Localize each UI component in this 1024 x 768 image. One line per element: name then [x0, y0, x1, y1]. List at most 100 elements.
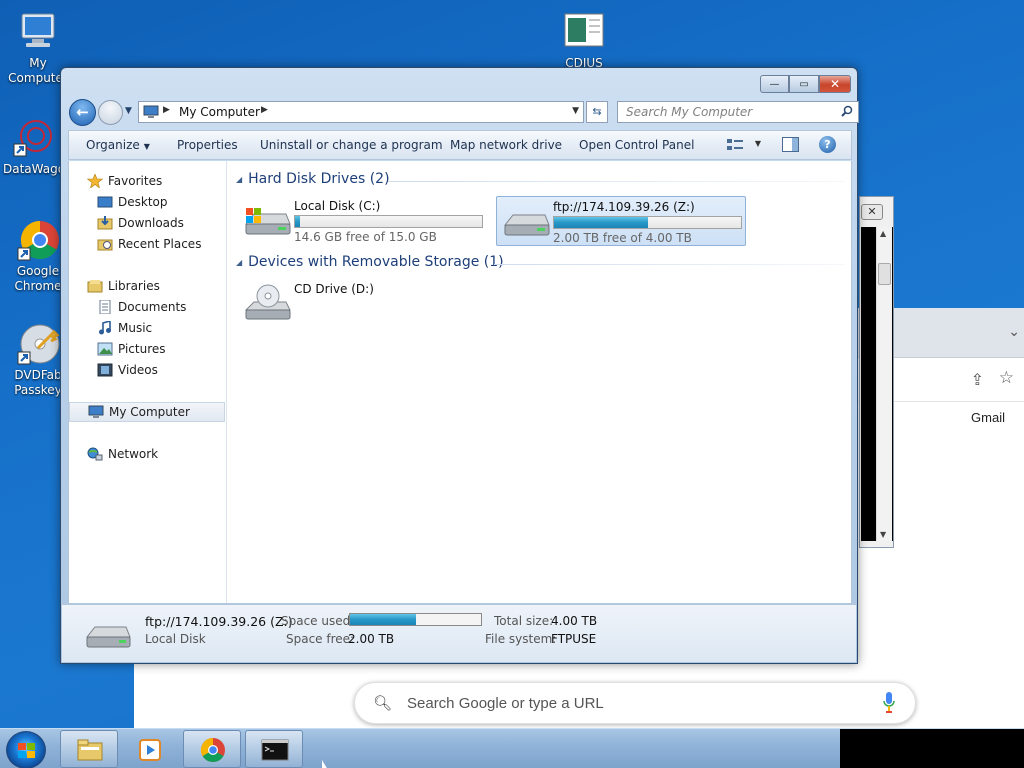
- taskbar: [0, 728, 1024, 768]
- group-divider: [388, 181, 845, 182]
- search-box[interactable]: [617, 101, 859, 123]
- windows-logo-icon: [18, 743, 35, 758]
- preview-pane-icon[interactable]: [782, 137, 799, 152]
- cd-drive-icon: [244, 284, 291, 320]
- explorer-window[interactable]: — ▭ ✕ ← ▼ ▶ My Computer ▶ ▼ ⇆ Organize▼ …: [60, 67, 859, 664]
- console-window[interactable]: ✕ ▲ ▼: [859, 196, 894, 548]
- minimize-button[interactable]: —: [760, 75, 789, 93]
- drive-name: ftp://174.109.39.26 (Z:): [553, 200, 695, 214]
- details-file-system-value: FTPUSE: [551, 632, 597, 646]
- computer-icon: [88, 405, 104, 418]
- chrome-icon: [16, 218, 60, 262]
- details-pane: ftp://174.109.39.26 (Z:) Local Disk Spac…: [62, 604, 856, 662]
- navigation-pane: Favorites Desktop Downloads Recent Place…: [69, 161, 227, 603]
- search-input[interactable]: [618, 102, 828, 122]
- network-icon: [87, 447, 103, 461]
- console-scrollbar[interactable]: ▲ ▼: [876, 227, 892, 541]
- taskbar-command-prompt[interactable]: [245, 730, 303, 768]
- search-icon[interactable]: [841, 105, 853, 117]
- group-divider: [494, 264, 845, 265]
- hard-drive-icon: [85, 626, 131, 648]
- taskbar-chrome[interactable]: [183, 730, 241, 768]
- details-space-used-label: Space used:: [281, 614, 355, 628]
- console-close-button[interactable]: ✕: [861, 204, 883, 220]
- details-space-free-value: 2.00 TB: [348, 632, 395, 646]
- drive-usage-bar: [553, 216, 742, 229]
- group-header-hard-disk-drives[interactable]: ◢ Hard Disk Drives (2): [236, 171, 390, 187]
- details-usage-fill: [350, 614, 416, 625]
- uninstall-program-button[interactable]: Uninstall or change a program: [260, 138, 443, 152]
- drive-cd-d[interactable]: CD Drive (D:): [238, 279, 488, 329]
- drive-name: CD Drive (D:): [294, 282, 374, 296]
- google-search-box[interactable]: 🔍︎ Search Google or type a URL: [354, 682, 916, 724]
- star-icon[interactable]: ☆: [999, 368, 1014, 388]
- collapse-triangle-icon[interactable]: ◢: [236, 258, 242, 267]
- library-icon: [87, 280, 103, 293]
- taskbar-media-player[interactable]: [121, 730, 179, 768]
- file-list: ◢ Hard Disk Drives (2) Local Disk (C:) 1…: [228, 161, 851, 603]
- scroll-down-icon[interactable]: ▼: [880, 530, 886, 539]
- back-button[interactable]: ←: [69, 99, 96, 126]
- details-drive-name: ftp://174.109.39.26 (Z:): [145, 614, 293, 629]
- drive-local-disk-c[interactable]: Local Disk (C:) 14.6 GB free of 15.0 GB: [238, 196, 488, 246]
- close-button[interactable]: ✕: [819, 75, 851, 93]
- media-player-icon: [139, 739, 161, 761]
- gmail-link[interactable]: Gmail: [971, 410, 1005, 425]
- navigation-bar: ← ▼ ▶ My Computer ▶ ▼ ⇆: [69, 99, 859, 127]
- properties-button[interactable]: Properties: [177, 138, 238, 152]
- nav-my-computer[interactable]: My Computer: [69, 402, 225, 422]
- google-search-placeholder: Search Google or type a URL: [407, 695, 604, 712]
- drive-free-space: 14.6 GB free of 15.0 GB: [294, 230, 437, 244]
- address-bar[interactable]: ▶ My Computer ▶ ▼: [138, 101, 584, 123]
- share-icon[interactable]: ⇪: [971, 370, 984, 389]
- address-dropdown-icon[interactable]: ▼: [572, 106, 579, 116]
- nav-favorites[interactable]: Favorites: [87, 171, 243, 191]
- change-view-icon[interactable]: [726, 138, 744, 152]
- drive-ftp-z[interactable]: ftp://174.109.39.26 (Z:) 2.00 TB free of…: [496, 196, 746, 246]
- taskbar-explorer[interactable]: [60, 730, 118, 768]
- details-total-size-label: Total size:: [494, 614, 554, 628]
- details-drive-type: Local Disk: [145, 632, 206, 646]
- dvdfab-icon: [16, 322, 60, 366]
- content-area: Favorites Desktop Downloads Recent Place…: [68, 161, 852, 603]
- breadcrumb-chevron-icon[interactable]: ▶: [261, 105, 268, 115]
- chrome-icon: [200, 738, 225, 763]
- search-icon: 🔍︎: [373, 694, 393, 712]
- drive-usage-bar: [294, 215, 483, 228]
- star-icon: [87, 174, 103, 188]
- refresh-button[interactable]: ⇆: [586, 101, 608, 123]
- drive-free-space: 2.00 TB free of 4.00 TB: [553, 231, 692, 245]
- recent-pages-icon[interactable]: ▼: [125, 106, 132, 116]
- help-icon[interactable]: ?: [819, 136, 836, 153]
- documents-icon: [99, 300, 111, 314]
- details-usage-bar: [349, 613, 482, 626]
- open-control-panel-button[interactable]: Open Control Panel: [579, 138, 694, 152]
- drive-name: Local Disk (C:): [294, 199, 381, 213]
- command-bar: Organize ▼ Properties Uninstall or change…: [68, 130, 852, 160]
- view-dropdown-icon[interactable]: ▼: [755, 139, 761, 148]
- forward-button[interactable]: [98, 100, 123, 125]
- drive-usage-fill: [295, 216, 301, 227]
- hard-drive-icon: [503, 214, 550, 236]
- maximize-button[interactable]: ▭: [789, 75, 819, 93]
- details-total-size-value: 4.00 TB: [551, 614, 598, 628]
- start-button[interactable]: [6, 731, 46, 768]
- map-network-drive-button[interactable]: Map network drive: [450, 138, 562, 152]
- console-output: ▲ ▼: [861, 227, 893, 541]
- scroll-up-icon[interactable]: ▲: [880, 229, 886, 238]
- scroll-thumb[interactable]: [878, 263, 891, 285]
- computer-icon: [143, 105, 159, 118]
- breadcrumb-separator-icon[interactable]: ▶: [163, 105, 170, 115]
- organize-button[interactable]: Organize ▼: [86, 138, 150, 152]
- music-icon: [99, 321, 111, 335]
- nav-network[interactable]: Network: [87, 444, 243, 464]
- console-icon: [261, 739, 289, 761]
- group-header-removable-storage[interactable]: ◢ Devices with Removable Storage (1): [236, 254, 504, 270]
- chevron-down-icon[interactable]: ⌄: [1008, 324, 1020, 340]
- desktop-icon-cdius[interactable]: CDIUS: [552, 10, 616, 71]
- microphone-icon[interactable]: [883, 692, 895, 714]
- desktop-icon-datawago[interactable]: DataWago: [2, 116, 66, 177]
- collapse-triangle-icon[interactable]: ◢: [236, 175, 242, 184]
- breadcrumb-my-computer[interactable]: My Computer: [179, 105, 260, 119]
- nav-libraries[interactable]: Libraries: [87, 276, 243, 296]
